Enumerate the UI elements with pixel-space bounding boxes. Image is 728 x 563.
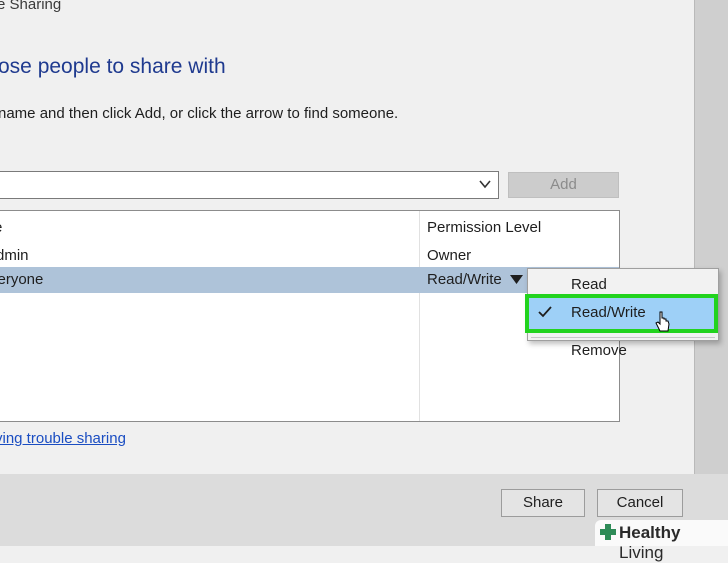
watermark-brand-bold: Healthy [619,523,681,542]
window-title: e Sharing [0,0,62,13]
column-divider [419,211,420,421]
table-row-name[interactable]: dmin [0,247,29,264]
add-button[interactable]: Add [508,172,619,198]
watermark-logo: Healthy Living [619,523,728,563]
table-row-permission: Owner [427,247,472,264]
instructions-text: name and then click Add, or click the ar… [0,105,399,122]
name-combobox[interactable] [0,171,499,199]
chevron-down-icon[interactable] [477,176,493,192]
checkmark-icon [538,306,552,318]
help-link[interactable]: ving trouble sharing [0,430,126,447]
mouse-cursor-icon [655,311,670,332]
permission-dropdown-label[interactable]: Read/Write [427,271,502,288]
menu-separator [531,337,715,338]
page-heading: ose people to share with [0,55,226,78]
menu-item-remove[interactable]: Remove [571,342,627,359]
dropdown-arrow-icon[interactable] [510,275,523,284]
menu-item-label[interactable]: Read/Write [571,304,646,321]
share-button[interactable]: Share [501,489,585,517]
column-header-permission[interactable]: Permission Level [427,219,541,236]
table-row-name[interactable]: veryone [0,271,43,288]
cancel-button[interactable]: Cancel [597,489,683,517]
plus-cross-icon [600,524,616,540]
column-header-name[interactable]: e [0,219,2,236]
menu-item-read[interactable]: Read [571,276,607,293]
